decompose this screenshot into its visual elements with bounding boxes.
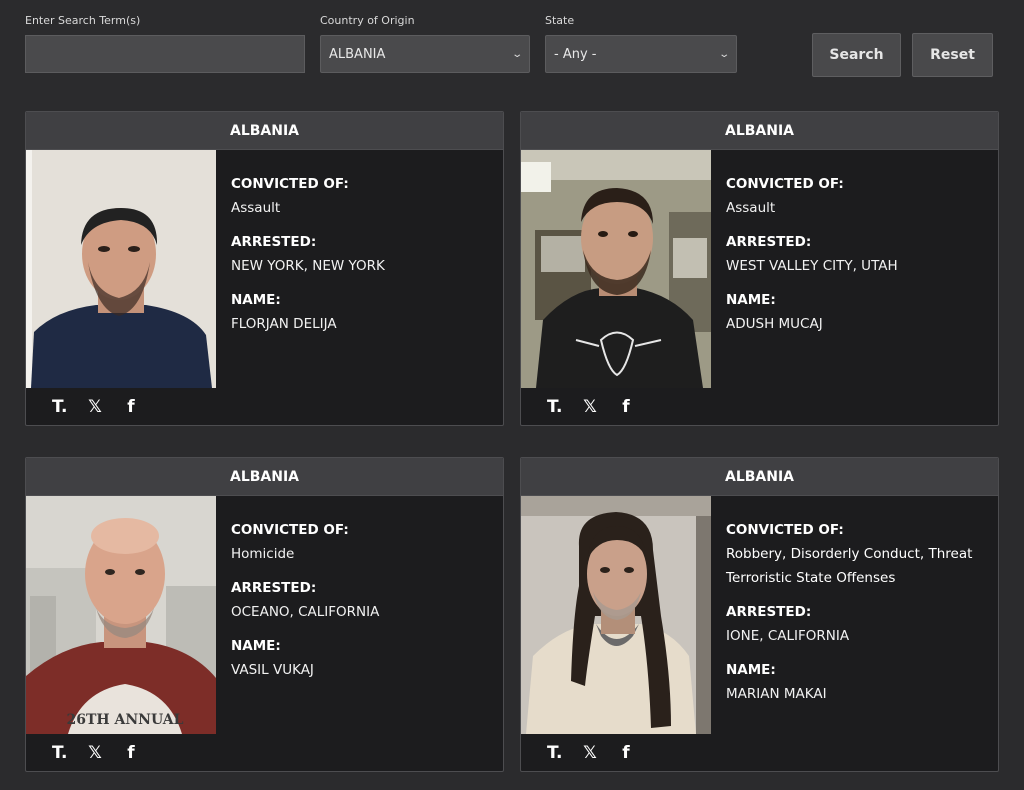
card-country: ALBANIA [26, 458, 503, 496]
offender-info: CONVICTED OF: Robbery, Disorderly Conduc… [726, 518, 991, 716]
name-label: NAME: [231, 638, 281, 654]
truth-social-icon[interactable]: T. [52, 744, 67, 762]
convicted-of-value: Homicide [231, 546, 295, 562]
offender-card[interactable]: ALBANIA 26TH ANNUAL CONVICTED OF: Homici… [25, 457, 504, 772]
truth-social-icon[interactable]: T. [547, 398, 562, 416]
convicted-of-label: CONVICTED OF: [231, 176, 349, 192]
share-bar: T. 𝕏 f [547, 744, 633, 762]
search-button[interactable]: Search [812, 33, 901, 77]
convicted-of-line: Terroristic State Offenses [726, 570, 896, 586]
filter-bar: Enter Search Term(s) Country of Origin A… [0, 0, 1024, 100]
x-icon[interactable]: 𝕏 [583, 398, 597, 416]
facebook-icon[interactable]: f [619, 744, 633, 762]
convicted-of-label: CONVICTED OF: [231, 522, 349, 538]
name-label: NAME: [726, 662, 776, 678]
name-label: NAME: [726, 292, 776, 308]
x-icon[interactable]: 𝕏 [583, 744, 597, 762]
offender-info: CONVICTED OF: Homicide ARRESTED: OCEANO,… [231, 518, 496, 692]
offender-info: CONVICTED OF: Assault ARRESTED: WEST VAL… [726, 172, 991, 346]
name-value: VASIL VUKAJ [231, 662, 314, 678]
convicted-of-value: Robbery, Disorderly Conduct, Threat Terr… [726, 542, 991, 590]
share-bar: T. 𝕏 f [52, 398, 138, 416]
state-label: State [545, 14, 575, 27]
arrested-value: OCEANO, CALIFORNIA [231, 604, 380, 620]
truth-social-icon[interactable]: T. [547, 744, 562, 762]
reset-button[interactable]: Reset [912, 33, 993, 77]
x-icon[interactable]: 𝕏 [88, 744, 102, 762]
card-country: ALBANIA [26, 112, 503, 150]
mugshot-photo [521, 150, 711, 388]
convicted-of-label: CONVICTED OF: [726, 176, 844, 192]
offender-card[interactable]: ALBANIA CONVICTED OF: Robbery, Disorderl… [520, 457, 999, 772]
convicted-of-value: Assault [726, 200, 776, 216]
shirt-print-text: 26TH ANNUAL [67, 712, 184, 728]
country-label: Country of Origin [320, 14, 415, 27]
convicted-of-line: Robbery, Disorderly Conduct, Threat [726, 546, 973, 562]
convicted-of-label: CONVICTED OF: [726, 522, 844, 538]
country-select-value: ALBANIA [329, 46, 386, 62]
search-term-label: Enter Search Term(s) [25, 14, 141, 27]
mugshot-photo [521, 496, 711, 734]
chevron-down-icon: ⌄ [510, 48, 523, 60]
country-select[interactable]: ALBANIA ⌄ [320, 35, 530, 73]
facebook-icon[interactable]: f [124, 744, 138, 762]
share-bar: T. 𝕏 f [52, 744, 138, 762]
card-country: ALBANIA [521, 112, 998, 150]
search-term-input[interactable] [25, 35, 305, 73]
offender-card[interactable]: ALBANIA CONVICTED OF: Assault ARRESTED: … [25, 111, 504, 426]
offender-card[interactable]: ALBANIA CONVICTED OF: Assault ARRESTED: … [520, 111, 999, 426]
facebook-icon[interactable]: f [124, 398, 138, 416]
arrested-value: WEST VALLEY CITY, UTAH [726, 258, 898, 274]
mugshot-photo [26, 150, 216, 388]
state-select-value: - Any - [554, 46, 597, 62]
x-icon[interactable]: 𝕏 [88, 398, 102, 416]
name-value: ADUSH MUCAJ [726, 316, 823, 332]
arrested-label: ARRESTED: [726, 234, 812, 250]
share-bar: T. 𝕏 f [547, 398, 633, 416]
offender-info: CONVICTED OF: Assault ARRESTED: NEW YORK… [231, 172, 496, 346]
chevron-down-icon: ⌄ [717, 48, 730, 60]
truth-social-icon[interactable]: T. [52, 398, 67, 416]
arrested-label: ARRESTED: [726, 604, 812, 620]
arrested-label: ARRESTED: [231, 580, 317, 596]
card-country: ALBANIA [521, 458, 998, 496]
facebook-icon[interactable]: f [619, 398, 633, 416]
arrested-value: IONE, CALIFORNIA [726, 628, 850, 644]
arrested-label: ARRESTED: [231, 234, 317, 250]
name-label: NAME: [231, 292, 281, 308]
mugshot-photo: 26TH ANNUAL [26, 496, 216, 734]
name-value: FLORJAN DELIJA [231, 316, 337, 332]
state-select[interactable]: - Any - ⌄ [545, 35, 737, 73]
convicted-of-value: Assault [231, 200, 281, 216]
arrested-value: NEW YORK, NEW YORK [231, 258, 385, 274]
name-value: MARIAN MAKAI [726, 686, 827, 702]
